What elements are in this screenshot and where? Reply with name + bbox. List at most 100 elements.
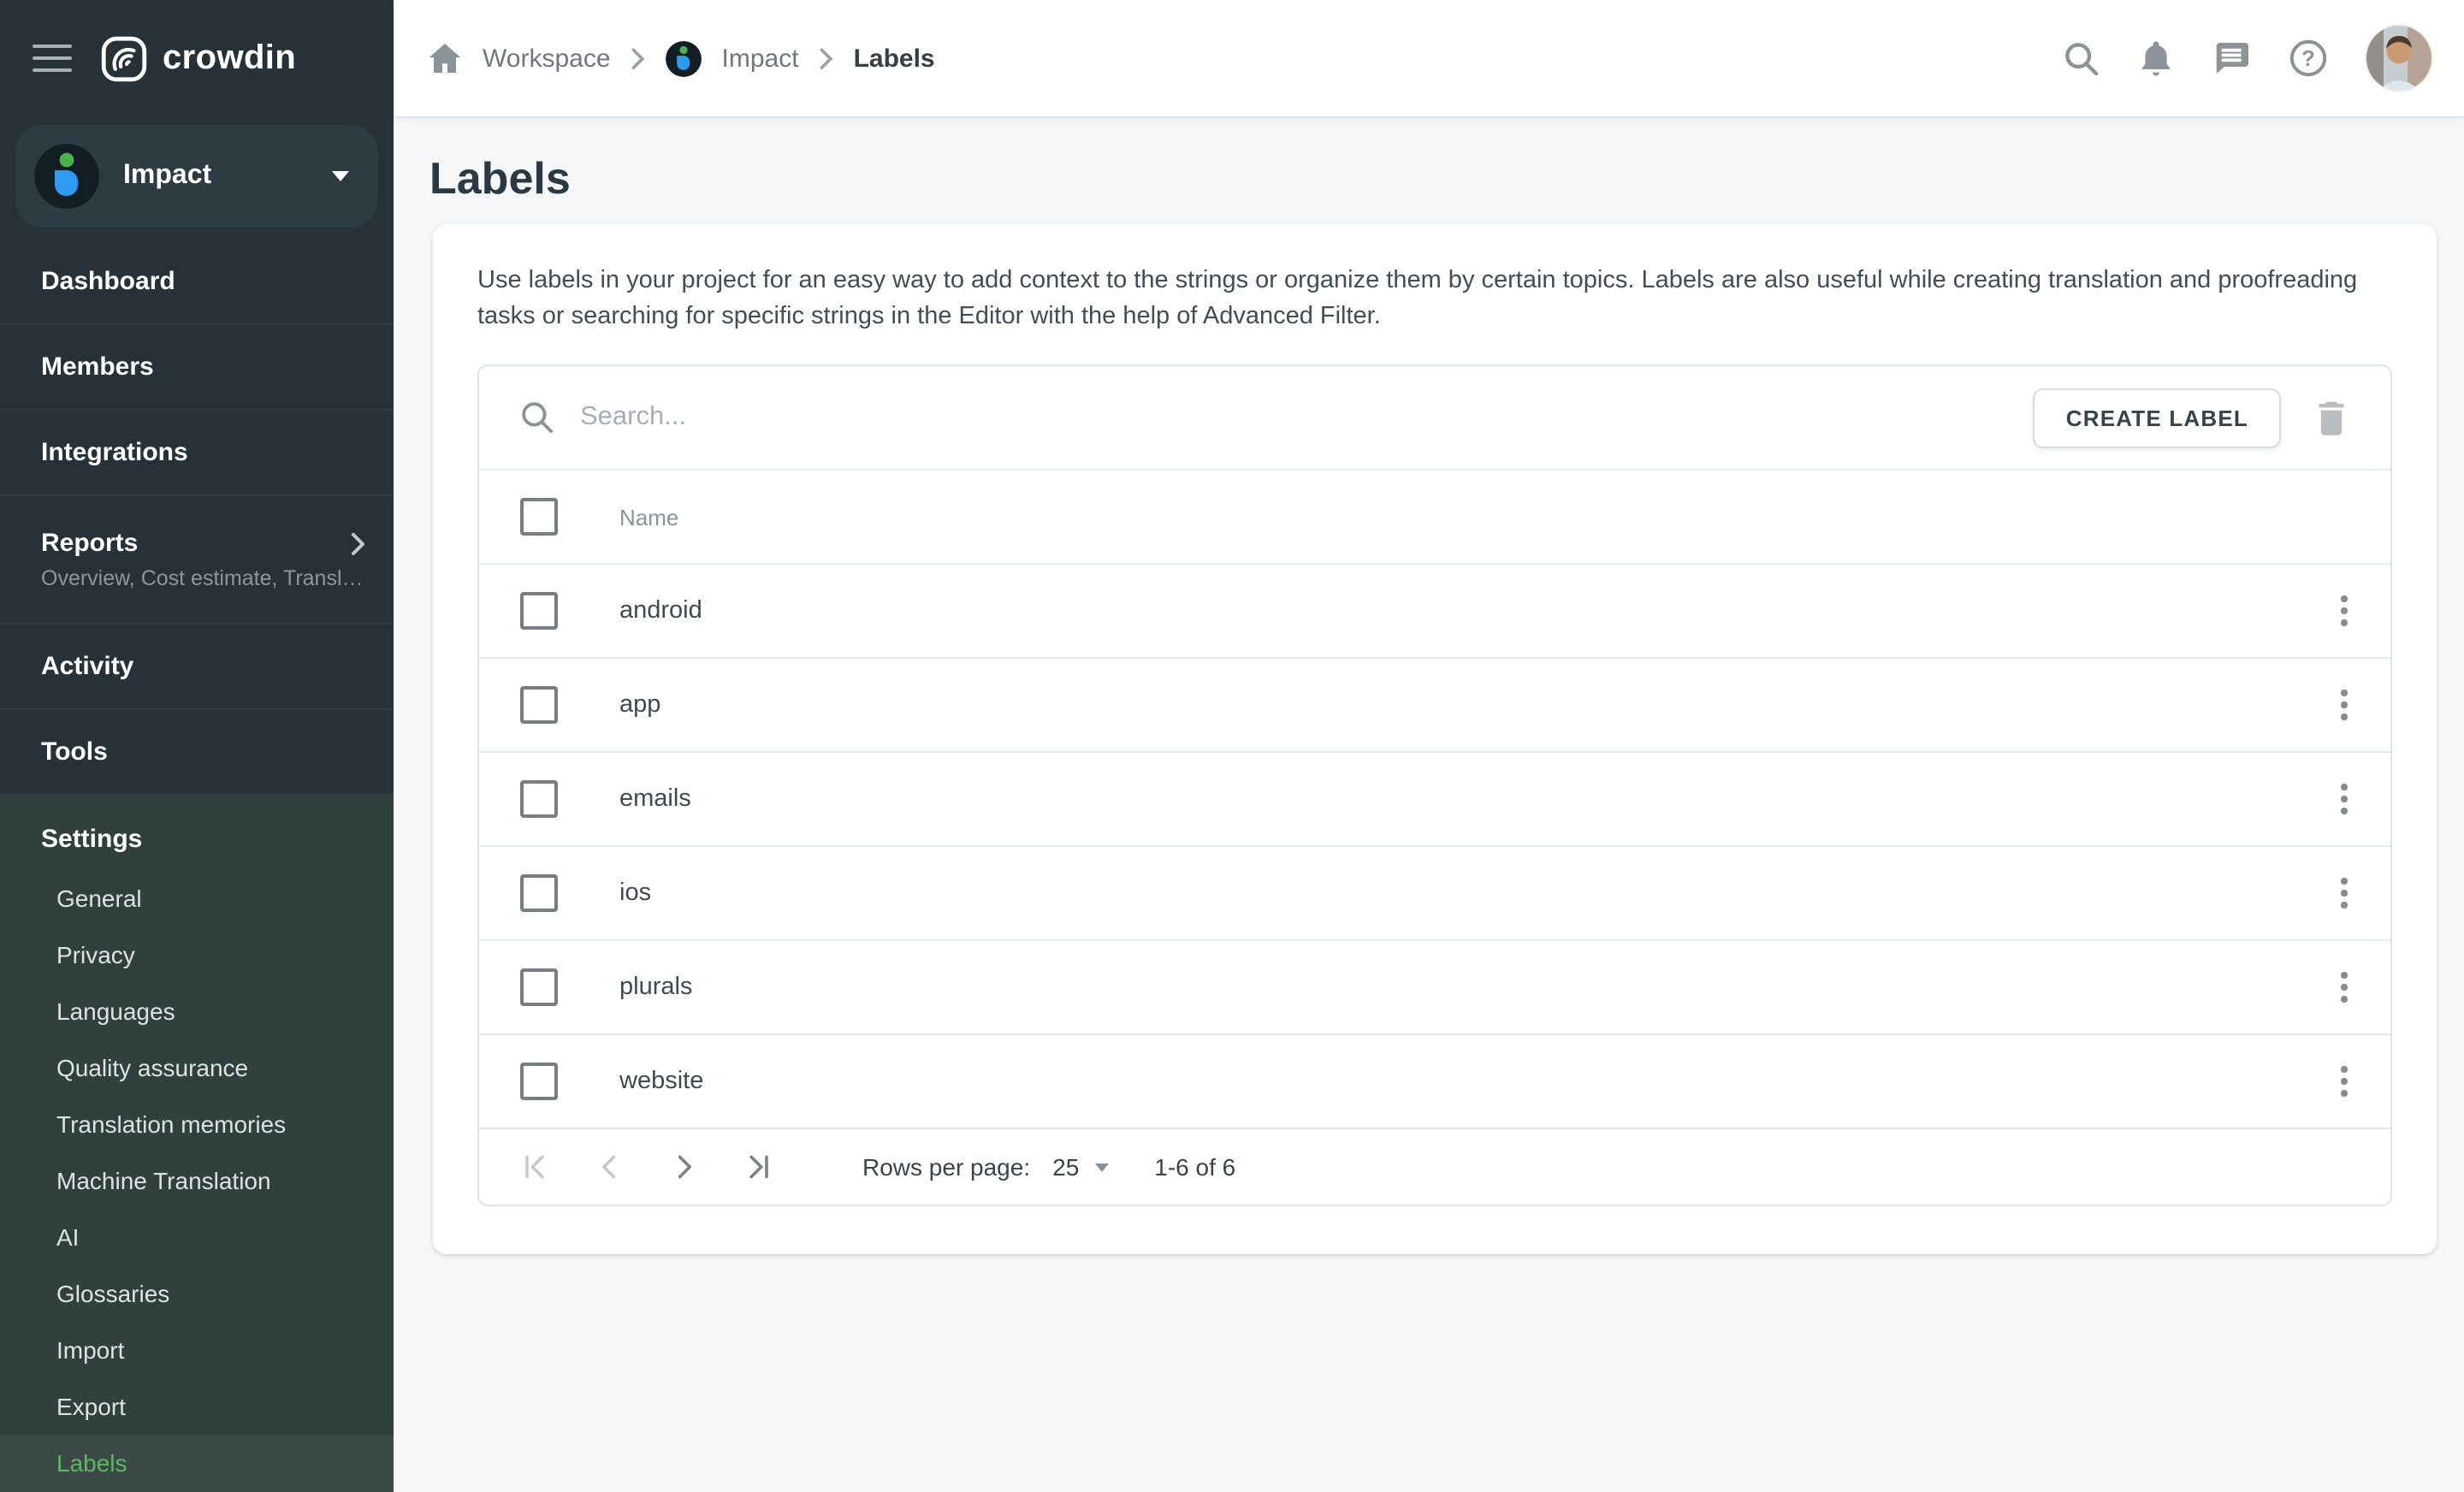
kebab-menu-icon[interactable] xyxy=(2319,679,2370,731)
sidebar-item-quality-assurance[interactable]: Quality assurance xyxy=(0,1040,394,1097)
chevron-right-icon xyxy=(820,47,833,69)
project-name: Impact xyxy=(123,161,308,192)
table-row: emails xyxy=(479,751,2390,845)
sidebar-item-labels[interactable]: Labels xyxy=(0,1436,394,1492)
table-row: app xyxy=(479,657,2390,751)
breadcrumb-labels: Labels xyxy=(854,44,935,73)
breadcrumb-workspace[interactable]: Workspace xyxy=(483,44,611,73)
sidebar-item-label: Tools xyxy=(41,737,108,767)
sidebar-top: crowdin xyxy=(0,0,394,116)
sidebar-item-reports[interactable]: Reports Overview, Cost estimate, Transl… xyxy=(0,496,394,625)
table-row: plurals xyxy=(479,939,2390,1033)
main-area: Workspace Impact Labels xyxy=(394,0,2464,1473)
sidebar-item-members[interactable]: Members xyxy=(0,325,394,411)
settings-section: Settings General Privacy Languages Quali… xyxy=(0,796,394,1492)
sidebar-item-label: Integrations xyxy=(41,438,188,467)
labels-table: CREATE LABEL Name android xyxy=(477,364,2392,1206)
project-avatar xyxy=(34,144,99,209)
sidebar-item-settings[interactable]: Settings xyxy=(0,796,394,871)
crowdin-brand[interactable]: crowdin xyxy=(101,35,296,81)
table-row: ios xyxy=(479,845,2390,939)
sidebar-item-dashboard[interactable]: Dashboard xyxy=(0,240,394,325)
sidebar-item-tools[interactable]: Tools xyxy=(0,710,394,796)
sidebar-item-label: Activity xyxy=(41,652,133,681)
rows-per-page-value: 25 xyxy=(1052,1153,1079,1181)
breadcrumb-impact[interactable]: Impact xyxy=(722,44,799,73)
kebab-menu-icon[interactable] xyxy=(2319,1056,2370,1107)
select-all-checkbox[interactable] xyxy=(520,498,558,536)
search-icon xyxy=(520,400,554,435)
table-row: website xyxy=(479,1033,2390,1128)
search-field xyxy=(520,400,2034,435)
chevron-right-icon xyxy=(631,47,645,69)
kebab-menu-icon[interactable] xyxy=(2319,585,2370,636)
topbar: Workspace Impact Labels xyxy=(394,0,2464,116)
row-checkbox[interactable] xyxy=(520,686,558,724)
pagination: Rows per page: 25 1-6 of 6 xyxy=(479,1128,2390,1205)
user-avatar[interactable] xyxy=(2366,26,2431,91)
rows-per-page-label: Rows per page: xyxy=(862,1153,1030,1181)
first-page-icon[interactable] xyxy=(520,1153,548,1181)
sidebar-item-subtitle: Overview, Cost estimate, Transl… xyxy=(41,566,376,590)
topbar-icons: ? xyxy=(2064,26,2431,91)
sidebar-item-label: Reports xyxy=(41,529,351,558)
chevron-down-icon xyxy=(332,171,349,181)
next-page-icon[interactable] xyxy=(671,1153,698,1181)
breadcrumb-project-avatar[interactable] xyxy=(666,40,702,76)
sidebar-item-general[interactable]: General xyxy=(0,871,394,927)
sidebar-item-export[interactable]: Export xyxy=(0,1379,394,1436)
table-header-row: Name xyxy=(479,469,2390,563)
label-name: plurals xyxy=(619,974,692,1001)
home-icon[interactable] xyxy=(428,43,462,74)
chevron-down-icon xyxy=(1094,1163,1108,1171)
label-name: emails xyxy=(619,785,691,813)
project-switcher[interactable]: Impact xyxy=(15,125,378,228)
label-name: app xyxy=(619,691,660,719)
sidebar-item-machine-translation[interactable]: Machine Translation xyxy=(0,1153,394,1210)
sidebar-item-import[interactable]: Import xyxy=(0,1323,394,1379)
bell-icon[interactable] xyxy=(2139,39,2173,77)
labels-card: Use labels in your project for an easy w… xyxy=(433,224,2437,1254)
pagination-range: 1-6 of 6 xyxy=(1154,1153,1235,1181)
kebab-menu-icon[interactable] xyxy=(2319,773,2370,825)
chevron-right-icon xyxy=(351,531,366,555)
rows-per-page-select[interactable]: 25 xyxy=(1052,1153,1108,1181)
label-name: website xyxy=(619,1068,703,1095)
label-name: android xyxy=(619,597,702,625)
sidebar-item-label: Members xyxy=(41,352,154,382)
messages-icon[interactable] xyxy=(2212,40,2250,76)
row-checkbox[interactable] xyxy=(520,874,558,912)
brand-name: crowdin xyxy=(163,38,296,78)
table-row: android xyxy=(479,563,2390,657)
sidebar-item-activity[interactable]: Activity xyxy=(0,625,394,710)
search-input[interactable] xyxy=(577,400,2034,435)
trash-icon[interactable] xyxy=(2317,400,2346,435)
kebab-menu-icon[interactable] xyxy=(2319,867,2370,919)
help-icon[interactable]: ? xyxy=(2289,39,2327,77)
create-label-button[interactable]: CREATE LABEL xyxy=(2034,388,2281,447)
labels-toolbar: CREATE LABEL xyxy=(479,366,2390,469)
sidebar-item-glossaries[interactable]: Glossaries xyxy=(0,1266,394,1323)
row-checkbox[interactable] xyxy=(520,592,558,630)
kebab-menu-icon[interactable] xyxy=(2319,962,2370,1013)
sidebar-item-languages[interactable]: Languages xyxy=(0,984,394,1040)
sidebar-item-privacy[interactable]: Privacy xyxy=(0,927,394,984)
page-description: Use labels in your project for an easy w… xyxy=(477,263,2392,335)
sidebar-item-ai[interactable]: AI xyxy=(0,1210,394,1266)
page-title: Labels xyxy=(429,152,2464,205)
breadcrumb: Workspace Impact Labels xyxy=(428,40,935,76)
last-page-icon[interactable] xyxy=(746,1153,773,1181)
svg-text:?: ? xyxy=(2301,45,2315,71)
column-header-name: Name xyxy=(619,504,678,530)
label-name: ios xyxy=(619,879,651,907)
prev-page-icon[interactable] xyxy=(595,1153,623,1181)
search-icon[interactable] xyxy=(2064,40,2100,76)
row-checkbox[interactable] xyxy=(520,1063,558,1100)
row-checkbox[interactable] xyxy=(520,780,558,818)
sidebar: crowdin Impact Dashboard Members Integr xyxy=(0,0,394,1473)
sidebar-item-translation-memories[interactable]: Translation memories xyxy=(0,1097,394,1153)
sidebar-item-label: Dashboard xyxy=(41,267,175,296)
menu-icon[interactable] xyxy=(33,44,72,73)
sidebar-item-integrations[interactable]: Integrations xyxy=(0,411,394,496)
row-checkbox[interactable] xyxy=(520,968,558,1006)
